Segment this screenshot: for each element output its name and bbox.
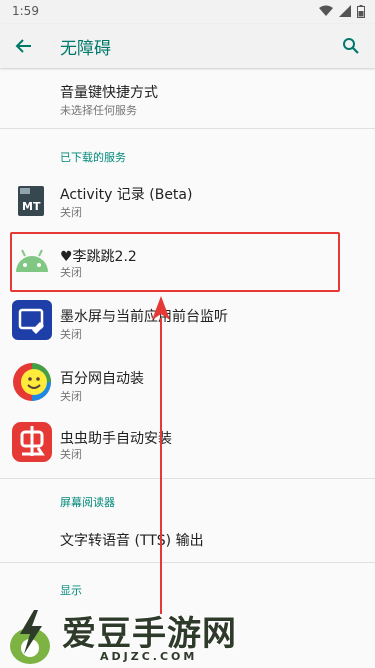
watermark-text: 爱豆手游网 [62, 614, 237, 654]
search-icon [343, 38, 359, 54]
back-button[interactable] [10, 32, 38, 60]
list-item[interactable]: 墨水屏与当前应用前台监听 关闭 [0, 294, 375, 354]
smiley-app-icon [12, 362, 52, 402]
item-title: 文字转语音 (TTS) 输出 [60, 533, 204, 549]
section-header-screen-reader: 屏幕阅读器 [60, 496, 115, 509]
svg-text:MT: MT [22, 200, 41, 213]
tts-output-item[interactable]: 文字转语音 (TTS) 输出 [0, 516, 375, 560]
divider [0, 128, 375, 129]
shortcut-subtitle: 未选择任何服务 [60, 104, 137, 117]
status-time: 1:59 [12, 4, 39, 18]
item-subtitle: 关闭 [60, 390, 82, 403]
item-subtitle: 关闭 [60, 448, 82, 461]
divider [0, 562, 375, 563]
app-bar: 无障碍 [0, 24, 375, 68]
list-item[interactable]: 虫虫助手自动安装 关闭 [0, 418, 375, 478]
list-item[interactable]: 百分网自动装 关闭 [0, 356, 375, 416]
wifi-icon [319, 5, 333, 16]
status-bar: 1:59 [0, 0, 375, 24]
shortcut-title: 音量键快捷方式 [60, 85, 158, 101]
item-title: 墨水屏与当前应用前台监听 [60, 309, 228, 325]
arrow-left-icon [15, 39, 31, 53]
divider [0, 478, 375, 479]
page-title: 无障碍 [60, 39, 111, 59]
status-icons [319, 4, 365, 18]
watermark: 爱豆手游网 ADJZC.COM [0, 600, 375, 668]
section-header-display: 显示 [60, 584, 82, 597]
battery-icon [357, 4, 365, 18]
shortcut-item[interactable]: 音量键快捷方式 未选择任何服务 [0, 70, 375, 124]
item-title: Activity 记录 (Beta) [60, 187, 193, 203]
chongchong-app-icon [12, 422, 52, 462]
watermark-url: ADJZC.COM [100, 650, 198, 663]
list-item[interactable]: MT Activity 记录 (Beta) 关闭 [0, 170, 375, 230]
section-header-downloaded: 已下载的服务 [60, 151, 126, 164]
highlight-box [10, 232, 340, 292]
annotation-arrow-icon [152, 296, 170, 614]
item-subtitle: 关闭 [60, 206, 82, 219]
mt-app-icon: MT [12, 182, 52, 222]
toolbox-app-icon [12, 300, 52, 340]
item-title: 百分网自动装 [60, 371, 144, 387]
signal-icon [339, 5, 351, 17]
watermark-logo-icon [10, 610, 50, 664]
item-subtitle: 关闭 [60, 328, 82, 341]
search-button[interactable] [337, 32, 365, 60]
